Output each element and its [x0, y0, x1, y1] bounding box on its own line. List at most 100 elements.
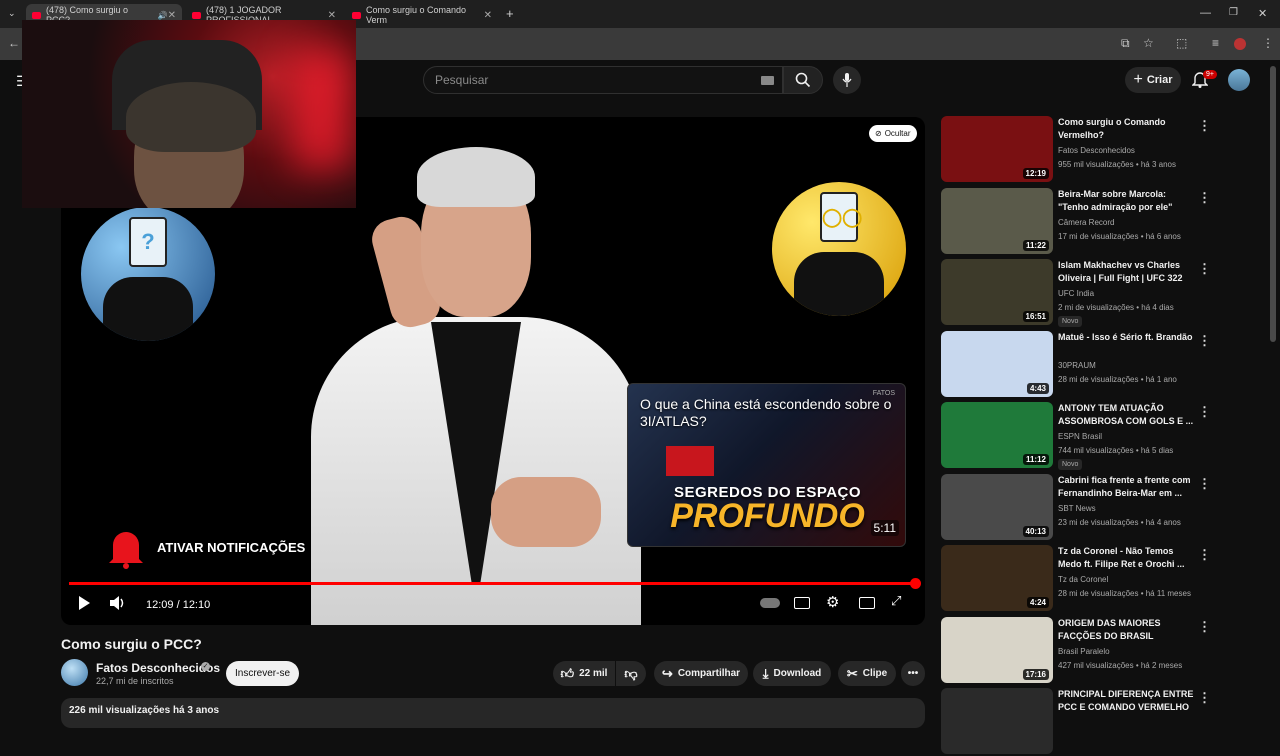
streamer-webcam-overlay — [22, 20, 356, 208]
scissors-icon: ✂ — [846, 665, 858, 681]
download-button[interactable]: ⤓ Download — [753, 661, 831, 686]
clip-button[interactable]: ✂ Clipe — [838, 661, 896, 686]
settings-gear-icon[interactable]: ⚙ — [826, 593, 839, 611]
miniplayer-icon[interactable] — [859, 597, 875, 609]
more-vertical-icon[interactable]: ⋮ — [1198, 118, 1211, 134]
recommended-channel[interactable]: Tz da Coronel — [1058, 575, 1108, 584]
close-tab-icon[interactable]: ✕ — [168, 10, 176, 21]
create-button[interactable]: + Criar — [1125, 67, 1181, 93]
create-label: Criar — [1146, 74, 1173, 86]
recommended-channel[interactable]: ESPN Brasil — [1058, 432, 1102, 441]
youtube-favicon-icon — [352, 11, 361, 19]
page-scrollbar[interactable] — [1270, 66, 1276, 342]
video-thumbnail[interactable]: 17:16 — [941, 617, 1053, 683]
voice-search-button[interactable] — [833, 66, 861, 94]
recommended-meta: 744 mil visualizações • há 5 dias — [1058, 446, 1174, 455]
autoplay-toggle[interactable] — [760, 598, 780, 608]
tab-audio-icon[interactable]: 🔊 — [158, 11, 168, 20]
install-icon[interactable]: ⧉ — [1121, 36, 1130, 51]
presenter-image — [291, 147, 661, 625]
profile-icon[interactable] — [1234, 38, 1246, 50]
endcard-title-line2: PROFUNDO — [670, 497, 865, 535]
recommended-video[interactable]: 4:43 Matuê - Isso é Sério ft. Brandão 30PR… — [941, 331, 1221, 399]
recommended-title[interactable]: Como surgiu o Comando Vermelho? — [1058, 116, 1194, 142]
video-thumbnail[interactable]: 12:19 — [941, 116, 1053, 182]
recommended-title[interactable]: Tz da Coronel - Não Temos Medo ft. Filip… — [1058, 545, 1194, 571]
recommended-channel[interactable]: Fatos Desconhecidos — [1058, 146, 1135, 155]
hide-label: Ocultar — [884, 129, 911, 138]
close-window-icon[interactable]: ✕ — [1258, 7, 1267, 20]
progress-bar[interactable] — [69, 582, 915, 585]
channel-avatar[interactable] — [61, 659, 88, 686]
recommended-title[interactable]: ANTONY TEM ATUAÇÃO ASSOMBROSA COM GOLS E… — [1058, 402, 1194, 428]
extensions-icon[interactable]: ⬚ — [1176, 36, 1187, 50]
more-vertical-icon[interactable]: ⋮ — [1198, 333, 1211, 349]
more-vertical-icon[interactable]: ⋮ — [1198, 547, 1211, 563]
browser-tab-3[interactable]: Como surgiu o Comando Verm ✕ — [346, 4, 498, 26]
recommended-channel[interactable]: UFC India — [1058, 289, 1094, 298]
video-thumbnail[interactable]: 16:51 — [941, 259, 1053, 325]
more-vertical-icon[interactable]: ⋮ — [1198, 261, 1211, 277]
more-vertical-icon[interactable]: ⋮ — [1198, 404, 1211, 420]
recommended-title[interactable]: ORIGEM DAS MAIORES FACÇÕES DO BRASIL — [1058, 617, 1194, 643]
recommended-video[interactable]: 12:19 Como surgiu o Comando Vermelho? Fato… — [941, 116, 1221, 184]
microphone-icon — [842, 73, 852, 87]
dislike-button[interactable]: 👎︎ — [616, 661, 646, 686]
endscreen-video-card[interactable]: FATOS O que a China está escondendo sobr… — [627, 383, 906, 547]
search-input[interactable]: Pesquisar — [423, 66, 783, 94]
search-placeholder: Pesquisar — [435, 73, 489, 87]
maximize-icon[interactable]: ❐ — [1229, 7, 1238, 18]
video-thumbnail[interactable]: 40:13 — [941, 474, 1053, 540]
new-badge: Novo — [1058, 459, 1083, 470]
recommended-video[interactable]: 11:12 ANTONY TEM ATUAÇÃO ASSOMBROSA COM G… — [941, 402, 1221, 470]
recommended-video[interactable]: 11:22 Beira-Mar sobre Marcola: "Tenho adm… — [941, 188, 1221, 256]
video-thumbnail[interactable]: 4:24 — [941, 545, 1053, 611]
close-tab-icon[interactable]: ✕ — [484, 10, 492, 21]
video-thumbnail[interactable]: 4:43 — [941, 331, 1053, 397]
like-button[interactable]: 👍︎ 22 mil — [553, 661, 615, 686]
video-thumbnail[interactable]: 11:12 — [941, 402, 1053, 468]
recommended-title[interactable]: Beira-Mar sobre Marcola: "Tenho admiraçã… — [1058, 188, 1194, 214]
recommended-channel[interactable]: 30PRAUM — [1058, 361, 1096, 370]
subtitles-icon[interactable] — [794, 597, 810, 609]
description-box[interactable]: 226 mil visualizações há 3 anos — [61, 698, 925, 728]
search-button[interactable] — [783, 66, 823, 94]
recommended-video[interactable]: 16:51 Islam Makhachev vs Charles Oliveira… — [941, 259, 1221, 327]
recommended-channel[interactable]: Câmera Record — [1058, 218, 1114, 227]
volume-icon[interactable] — [109, 595, 127, 611]
play-icon[interactable] — [77, 595, 91, 611]
recommended-title[interactable]: Matuê - Isso é Sério ft. Brandão — [1058, 331, 1194, 344]
recommended-video[interactable]: 4:24 Tz da Coronel - Não Temos Medo ft. F… — [941, 545, 1221, 613]
more-vertical-icon[interactable]: ⋮ — [1198, 190, 1211, 206]
hide-endscreen-button[interactable]: ⊘ Ocultar — [869, 125, 917, 142]
recommended-channel[interactable]: Brasil Paralelo — [1058, 647, 1110, 656]
recommended-channel[interactable]: SBT News — [1058, 504, 1096, 513]
back-icon[interactable]: ← — [8, 36, 20, 50]
keyboard-icon[interactable] — [761, 76, 774, 85]
recommended-title[interactable]: PRINCIPAL DIFERENÇA ENTRE PCC E COMANDO … — [1058, 688, 1194, 714]
recommended-title[interactable]: Islam Makhachev vs Charles Oliveira | Fu… — [1058, 259, 1194, 285]
video-thumbnail[interactable]: 11:22 — [941, 188, 1053, 254]
media-icon[interactable]: ≡ — [1212, 36, 1219, 50]
new-tab-button[interactable]: + — [506, 6, 514, 21]
recommended-video[interactable]: 17:16 ORIGEM DAS MAIORES FACÇÕES DO BRASI… — [941, 617, 1221, 685]
subscribe-button[interactable]: Inscrever-se — [226, 661, 299, 686]
minimize-icon[interactable]: — — [1200, 7, 1211, 19]
fullscreen-icon[interactable]: ⤢ — [891, 593, 901, 609]
progress-scrubber[interactable] — [910, 578, 921, 589]
more-actions-button[interactable]: ••• — [901, 661, 925, 686]
tab-search-icon[interactable]: ⌄ — [8, 8, 16, 19]
bookmark-star-icon[interactable]: ☆ — [1143, 36, 1154, 50]
recommended-title[interactable]: Cabrini fica frente a frente com Fernand… — [1058, 474, 1194, 500]
more-vertical-icon[interactable]: ⋮ — [1198, 690, 1211, 706]
more-vertical-icon[interactable]: ⋮ — [1198, 619, 1211, 635]
close-tab-icon[interactable]: ✕ — [328, 10, 336, 21]
thumbnail-duration: 11:12 — [1022, 454, 1049, 465]
share-button[interactable]: ↪ Compartilhar — [654, 661, 748, 686]
more-vertical-icon[interactable]: ⋮ — [1198, 476, 1211, 492]
video-thumbnail[interactable] — [941, 688, 1053, 754]
chrome-menu-icon[interactable]: ⋮ — [1262, 36, 1274, 50]
recommended-video[interactable]: PRINCIPAL DIFERENÇA ENTRE PCC E COMANDO … — [941, 688, 1221, 756]
account-avatar[interactable] — [1228, 69, 1250, 91]
recommended-video[interactable]: 40:13 Cabrini fica frente a frente com Fe… — [941, 474, 1221, 542]
